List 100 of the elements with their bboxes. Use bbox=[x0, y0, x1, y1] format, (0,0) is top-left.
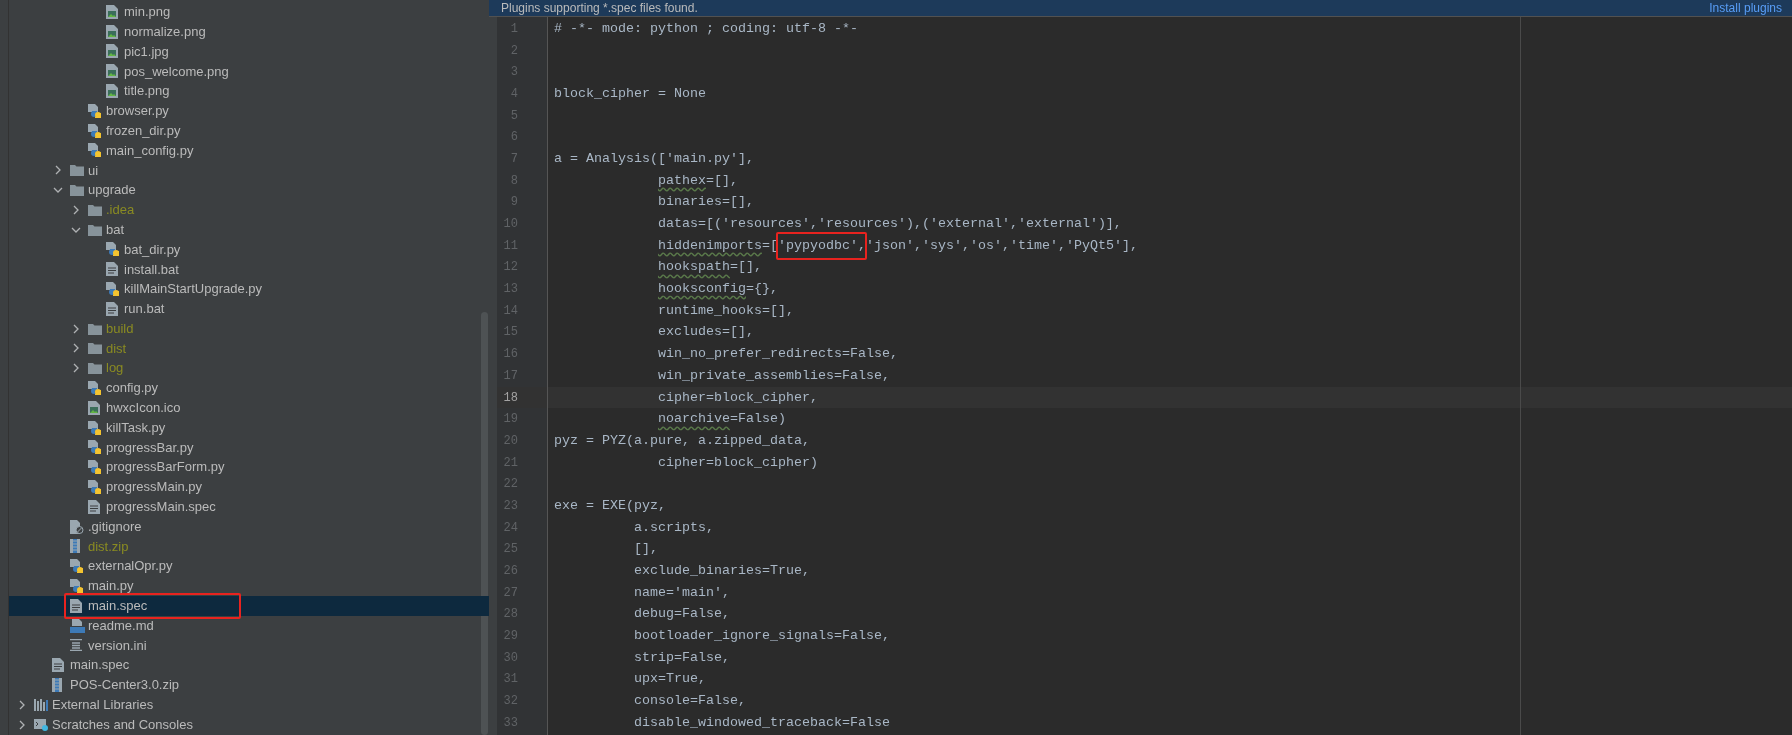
tree-item[interactable]: main.py bbox=[9, 576, 489, 596]
folder-item[interactable]: ui bbox=[9, 160, 489, 181]
code-line: pyz = PYZ(a.pure, a.zipped_data, bbox=[554, 431, 810, 450]
tree-item[interactable]: run.bat bbox=[9, 298, 489, 319]
image-file-icon bbox=[106, 24, 118, 39]
image-file-icon bbox=[106, 64, 118, 79]
tree-item[interactable]: hwxcIcon.ico bbox=[9, 397, 489, 418]
tree-item[interactable]: progressMain.py bbox=[9, 477, 489, 497]
folder-icon bbox=[88, 322, 102, 335]
code-line: console=False, bbox=[632, 692, 746, 711]
chevron-right-icon[interactable] bbox=[71, 323, 81, 334]
code-line: pathex=[], bbox=[657, 171, 738, 190]
settings-file-icon bbox=[70, 639, 82, 652]
archive-icon bbox=[52, 678, 62, 692]
markdown-file-icon bbox=[70, 618, 85, 633]
tree-item[interactable]: install.bat bbox=[9, 259, 489, 280]
tree-item[interactable]: config.py bbox=[9, 378, 489, 398]
tree-item[interactable]: killTask.py bbox=[9, 417, 489, 438]
tree-item[interactable]: frozen_dir.py bbox=[9, 120, 489, 141]
tree-item[interactable]: killMainStartUpgrade.py bbox=[9, 279, 489, 299]
code-line: cipher=block_cipher, bbox=[656, 388, 818, 407]
text-file-icon bbox=[88, 499, 100, 514]
code-line: name='main', bbox=[632, 583, 730, 602]
tree-item[interactable]: main_config.py bbox=[9, 140, 489, 161]
tree-item[interactable]: bat_dir.py bbox=[9, 239, 489, 260]
python-file-icon bbox=[88, 420, 102, 435]
folder-item[interactable]: dist bbox=[9, 338, 489, 359]
tree-item[interactable]: browser.py bbox=[9, 101, 489, 121]
code-line: bootloader_ignore_signals=False, bbox=[632, 627, 890, 646]
python-file-icon bbox=[88, 440, 102, 455]
python-file-icon bbox=[106, 282, 120, 297]
code-line: [], bbox=[632, 540, 658, 559]
tree-item[interactable]: min.png bbox=[9, 2, 489, 22]
code-line: noarchive=False) bbox=[657, 410, 786, 429]
libraries-icon bbox=[34, 698, 48, 711]
code-line: exe = EXE(pyz, bbox=[554, 496, 666, 515]
code-line: runtime_hooks=[], bbox=[656, 301, 794, 320]
tree-item[interactable]: normalize.png bbox=[9, 21, 489, 42]
chevron-right-icon[interactable] bbox=[71, 204, 81, 215]
image-file-icon bbox=[106, 44, 118, 59]
folder-item[interactable]: upgrade bbox=[9, 180, 489, 200]
folder-icon bbox=[88, 342, 102, 355]
tree-item[interactable]: POS-Center3.0.zip bbox=[9, 675, 489, 695]
image-file-icon bbox=[106, 4, 118, 19]
scrollbar-thumb[interactable] bbox=[481, 312, 488, 735]
chevron-right-icon[interactable] bbox=[71, 363, 81, 374]
tree-item[interactable]: main.spec bbox=[9, 655, 489, 676]
tree-item[interactable]: progressBar.py bbox=[9, 437, 489, 458]
tree-item[interactable]: readme.md bbox=[9, 615, 489, 636]
code-line: disable_windowed_traceback=False bbox=[632, 713, 890, 732]
image-file-icon bbox=[88, 400, 100, 415]
code-line: upx=True, bbox=[632, 670, 706, 689]
code-line: binaries=[], bbox=[656, 193, 754, 212]
code-line: cipher=block_cipher) bbox=[656, 453, 818, 472]
code-line: hiddenimports=['pypyodbc','json','sys','os','time','PyQt5'], bbox=[657, 236, 1138, 255]
text-file-icon bbox=[106, 262, 118, 277]
tree-item[interactable]: pic1.jpg bbox=[9, 41, 489, 62]
code-line: datas=[('resources','resources'),('external','external')], bbox=[656, 215, 1122, 234]
tree-item[interactable]: progressMain.spec bbox=[9, 496, 489, 517]
code-line: a.scripts, bbox=[632, 518, 714, 537]
tree-item[interactable]: externalOpr.py bbox=[9, 556, 489, 577]
folder-icon bbox=[70, 164, 84, 177]
python-file-icon bbox=[88, 480, 102, 494]
tree-item[interactable]: Scratches and Consoles bbox=[9, 714, 489, 735]
tree-item[interactable]: main.spec bbox=[9, 595, 489, 616]
tree-item[interactable]: .gitignore bbox=[9, 516, 489, 537]
ignore-file-icon bbox=[70, 519, 84, 534]
install-plugins-link[interactable]: Install plugins bbox=[1709, 1, 1782, 15]
folder-item[interactable]: bat bbox=[9, 219, 489, 240]
code-line: exclude_binaries=True, bbox=[632, 562, 810, 581]
python-file-icon bbox=[88, 381, 102, 396]
folder-icon bbox=[88, 362, 102, 375]
folder-item[interactable]: .idea bbox=[9, 199, 489, 220]
tree-item[interactable]: External Libraries bbox=[9, 694, 489, 715]
code-line: excludes=[], bbox=[656, 323, 754, 342]
tree-item[interactable]: dist.zip bbox=[9, 536, 489, 557]
python-file-icon bbox=[88, 103, 102, 118]
folder-item[interactable]: build bbox=[9, 318, 489, 339]
python-file-icon bbox=[70, 559, 84, 574]
python-file-icon bbox=[88, 143, 102, 158]
code-line: win_private_assemblies=False, bbox=[656, 366, 890, 385]
chevron-right-icon[interactable] bbox=[17, 699, 27, 710]
folder-icon bbox=[88, 203, 102, 216]
image-file-icon bbox=[106, 84, 118, 99]
text-file-icon bbox=[52, 658, 64, 673]
tree-item[interactable]: title.png bbox=[9, 81, 489, 101]
code-line: a = Analysis(['main.py'], bbox=[554, 149, 754, 168]
text-file-icon bbox=[70, 598, 82, 613]
tree-item[interactable]: pos_welcome.png bbox=[9, 61, 489, 82]
code-line: strip=False, bbox=[632, 648, 730, 667]
chevron-right-icon[interactable] bbox=[17, 719, 27, 730]
folder-item[interactable]: log bbox=[9, 358, 489, 379]
line-number: 18 bbox=[502, 389, 518, 407]
chevron-right-icon[interactable] bbox=[71, 343, 81, 354]
code-line: win_no_prefer_redirects=False, bbox=[656, 345, 898, 364]
tree-item[interactable]: progressBarForm.py bbox=[9, 457, 489, 478]
chevron-right-icon[interactable] bbox=[53, 165, 63, 176]
folder-icon bbox=[70, 184, 84, 197]
tree-item[interactable]: version.ini bbox=[9, 635, 489, 656]
code-line: hookspath=[], bbox=[657, 258, 762, 277]
